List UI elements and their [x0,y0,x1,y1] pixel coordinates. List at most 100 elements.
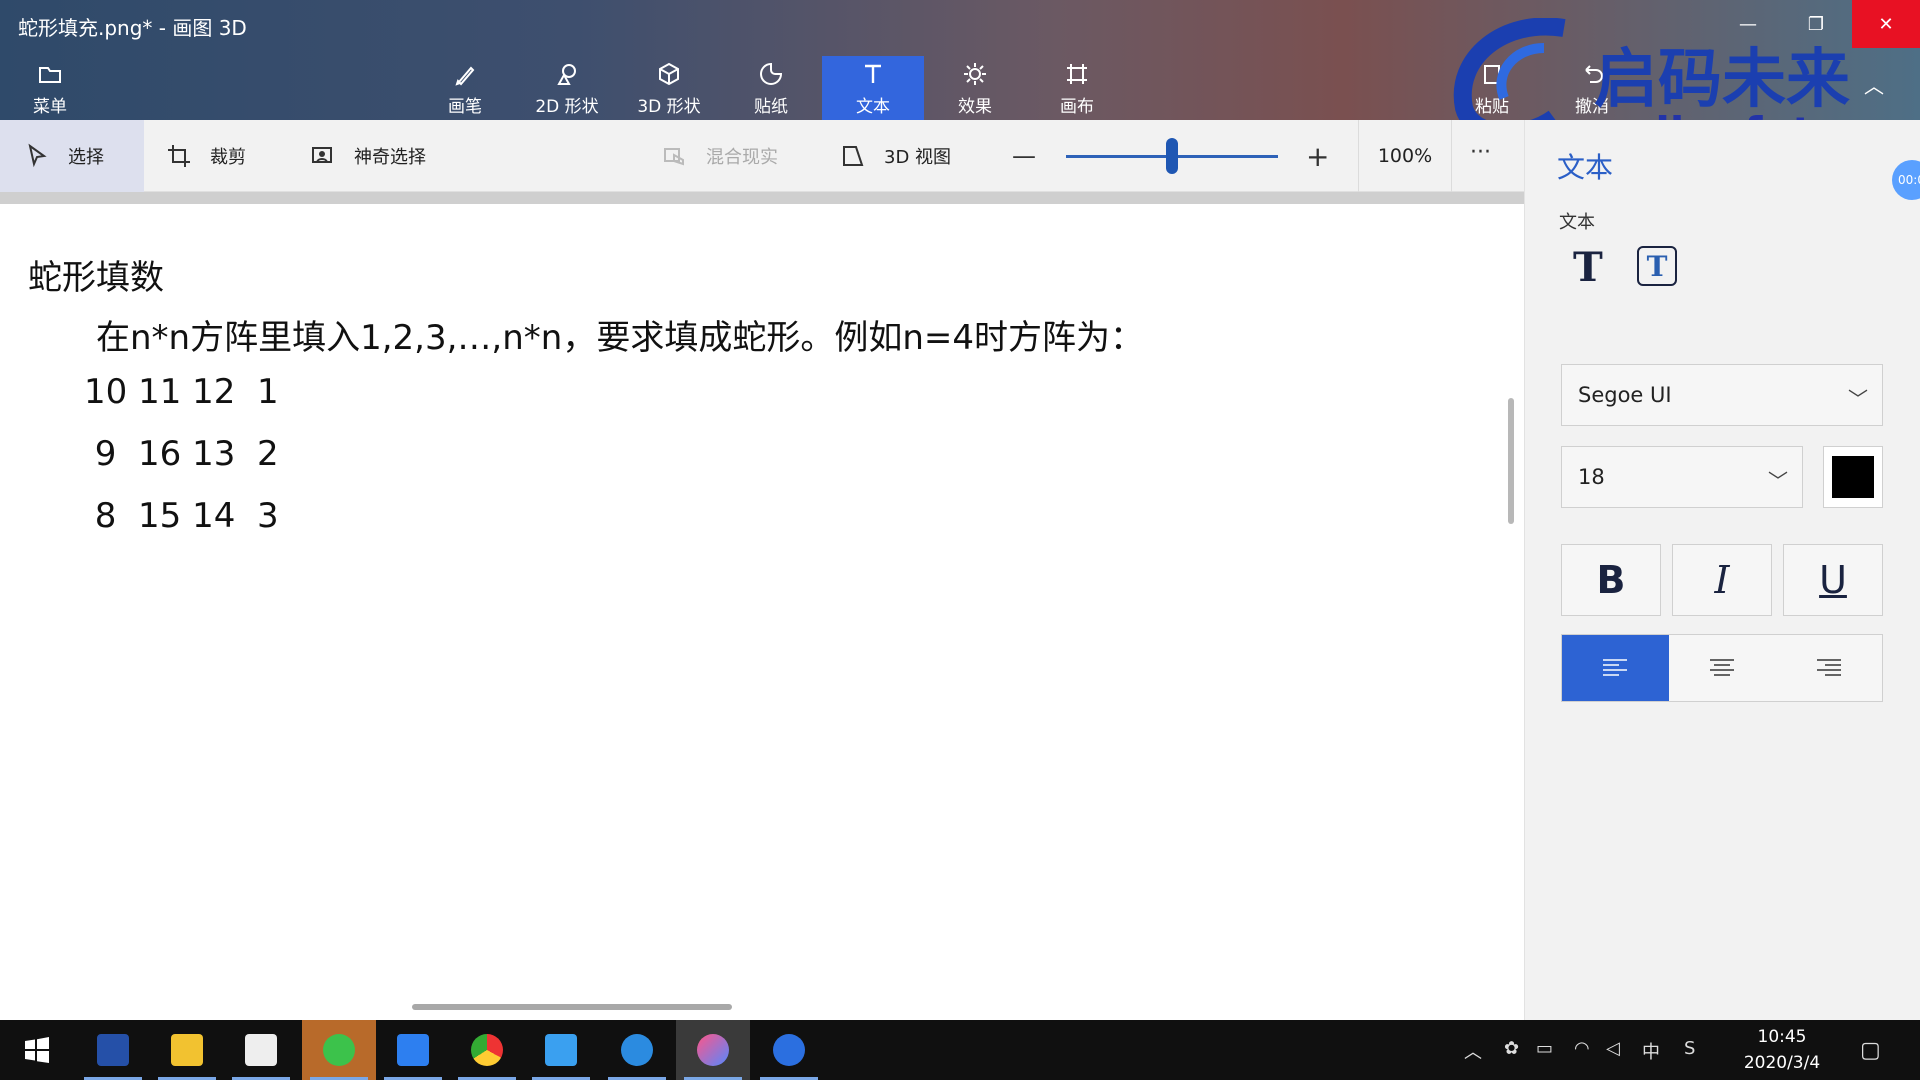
secondary-toolbar: 选择 裁剪 神奇选择 混合现实 3D 视图 — + 100% ··· [0,120,1524,192]
align-left-button[interactable] [1562,635,1669,701]
alignment-group [1561,634,1883,702]
tab-label: 文本 [856,96,890,117]
tab-stickers[interactable]: 贴纸 [720,56,822,120]
mixed-reality-button[interactable]: 混合现实 [662,120,778,192]
tray-app-icon[interactable]: ✿ [1504,1038,1519,1059]
panel-section-label: 文本 [1559,212,1595,233]
brush-icon [455,66,475,86]
wechat-icon [323,1034,355,1066]
chrome-icon [471,1034,503,1066]
menu-button[interactable]: 菜单 [0,56,100,120]
tab-canvas[interactable]: 画布 [1026,56,1128,120]
2d-shapes-icon [557,63,576,85]
watermark-cn: 启码未来 [1594,43,1850,117]
tab-label: 2D 形状 [535,96,599,117]
tab-brushes[interactable]: 画笔 [414,56,516,120]
align-center-button[interactable] [1669,635,1776,701]
tab-3d-shapes[interactable]: 3D 形状 [618,56,720,120]
font-size-dropdown[interactable]: 18 ﹀ [1561,446,1803,508]
font-family-value: Segoe UI [1578,383,1672,407]
text-icon [865,64,881,83]
paint3d-window: 蛇形填充.png* - 画图 3D — ❐ ✕ ︿ 菜单 画笔 2D 形状 3D… [0,0,1920,1080]
window-title: 蛇形填充.png* - 画图 3D [18,16,247,40]
zoom-level[interactable]: 100% [1358,120,1452,192]
show-hidden-icons-icon[interactable]: ︿ [1464,1038,1482,1064]
chevron-down-icon: ﹀ [1848,387,1868,411]
devcpp-icon [97,1034,129,1066]
sun-icon [964,62,986,85]
magic-select-button[interactable]: 神奇选择 [310,120,426,192]
system-clock[interactable]: 10:45 2020/3/4 [1740,1024,1824,1076]
tab-2d-shapes[interactable]: 2D 形状 [516,56,618,120]
zoom-out-button[interactable]: — [1012,142,1036,170]
drawing-canvas[interactable]: 蛇形填数 在n*n方阵里填入1,2,3,…,n*n，要求填成蛇形。例如n=4时方… [0,204,1524,1020]
document-heading: 蛇形填数 [28,258,164,298]
menu-label: 菜单 [33,96,67,117]
align-left-icon [1603,659,1628,676]
battery-icon[interactable]: ▭ [1536,1038,1553,1059]
bold-button[interactable]: B [1561,544,1661,616]
crop-button[interactable]: 裁剪 [166,120,246,192]
font-family-dropdown[interactable]: Segoe UI ﹀ [1561,364,1883,426]
crop-label: 裁剪 [210,147,246,168]
tab-effects[interactable]: 效果 [924,56,1026,120]
document-description: 在n*n方阵里填入1,2,3,…,n*n，要求填成蛇形。例如n=4时方阵为： [96,318,1144,358]
wps-icon [397,1034,429,1066]
color-swatch [1832,456,1874,498]
panel-heading: 文本 [1557,151,1614,184]
align-right-button[interactable] [1775,635,1882,701]
horizontal-scrollbar[interactable] [412,1004,732,1010]
select-label: 选择 [68,147,104,168]
start-button[interactable] [0,1020,74,1080]
more-options-button[interactable]: ··· [1470,140,1491,165]
magic-select-label: 神奇选择 [354,147,426,168]
italic-button[interactable]: I [1672,544,1772,616]
windows-logo-icon [25,1037,49,1063]
clock-time: 10:45 [1757,1027,1807,1047]
vertical-scrollbar[interactable] [1508,398,1514,524]
photos-app[interactable] [524,1020,598,1080]
3d-view-button[interactable]: 3D 视图 [840,120,951,192]
edge-app[interactable] [600,1020,674,1080]
canvas-icon [1067,63,1087,84]
volume-muted-icon[interactable]: ◁ [1606,1038,1620,1059]
wechat-app[interactable] [302,1020,376,1080]
chrome-app[interactable] [450,1020,524,1080]
text-color-button[interactable] [1823,446,1883,508]
photos-icon [545,1034,577,1066]
crop-icon [168,145,190,167]
ime-indicator[interactable]: 中 [1642,1038,1660,1064]
wifi-icon[interactable]: ◠ [1574,1038,1590,1059]
cursor-icon [28,143,47,168]
3d-view-icon [843,146,864,166]
3d-view-label: 3D 视图 [884,147,952,168]
devcpp-app[interactable] [76,1020,150,1080]
canvas-border [0,192,1524,204]
zoom-slider-thumb[interactable] [1166,138,1178,174]
sogou-ime-icon[interactable]: S [1684,1038,1695,1059]
zoom-in-button[interactable]: + [1306,140,1329,173]
matrix-row: 10 11 12 1 [84,372,279,412]
tab-text[interactable]: 文本 [822,56,924,120]
windows-taskbar: ︿ ✿ ▭ ◠ ◁ 中 S 10:45 2020/3/4 ▢ [0,1020,1920,1080]
notifications-icon[interactable]: ▢ [1860,1038,1881,1063]
matrix-row: 9 16 13 2 [84,434,279,474]
mixed-reality-icon [664,148,684,166]
3d-text-icon[interactable]: T [1637,246,1677,286]
paint3d-app[interactable] [676,1020,750,1080]
settings-icon [773,1034,805,1066]
file-explorer-app[interactable] [150,1020,224,1080]
underline-button[interactable]: U [1783,544,1883,616]
magic-select-icon [312,147,332,163]
tab-label: 效果 [958,96,992,117]
settings-app[interactable] [752,1020,826,1080]
wps-app[interactable] [376,1020,450,1080]
sticker-icon [760,62,783,85]
select-button[interactable]: 选择 [0,120,144,192]
xmind-icon [245,1034,277,1066]
edge-icon [621,1034,653,1066]
2d-text-icon[interactable]: T [1573,244,1603,291]
tab-label: 贴纸 [754,96,788,117]
tab-label: 3D 形状 [637,96,701,117]
xmind-app[interactable] [224,1020,298,1080]
